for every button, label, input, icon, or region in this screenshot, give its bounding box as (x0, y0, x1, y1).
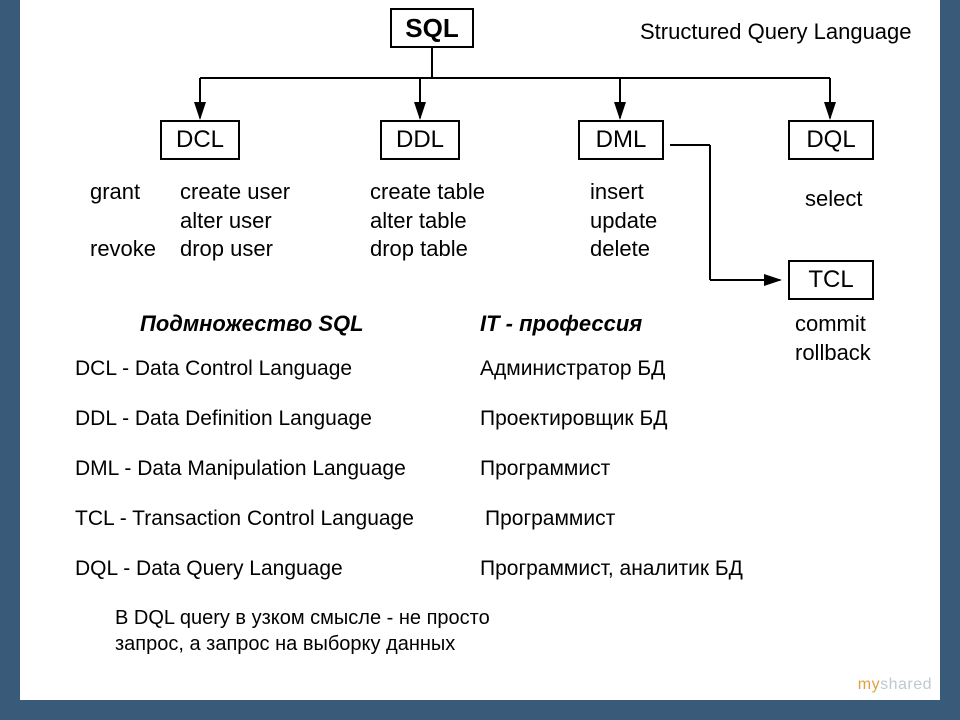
label-dql: DQL (806, 126, 855, 154)
text-sql-fullname: Structured Query Language (640, 18, 912, 47)
cmds-dcl-col2: create user alter user drop user (180, 178, 290, 264)
profession-row-3: Программист (485, 505, 615, 532)
label-tcl: TCL (808, 266, 853, 294)
cmds-dml: insert update delete (590, 178, 657, 264)
heading-profession: IT - профессия (480, 310, 642, 339)
subset-row-4: DQL - Data Query Language (75, 555, 343, 582)
box-dml: DML (578, 120, 664, 160)
subset-row-3: TCL - Transaction Control Language (75, 505, 414, 532)
box-dql: DQL (788, 120, 874, 160)
footnote: В DQL query в узком смысле - не просто з… (115, 605, 490, 657)
box-tcl: TCL (788, 260, 874, 300)
subset-row-2: DML - Data Manipulation Language (75, 455, 406, 482)
watermark: myshared (858, 676, 932, 694)
label-dcl: DCL (176, 126, 224, 154)
watermark-my: my (858, 676, 880, 693)
cmds-ddl: create table alter table drop table (370, 178, 485, 264)
profession-row-1: Проектировщик БД (480, 405, 667, 432)
cmds-dcl-col1: grant revoke (90, 178, 156, 264)
label-ddl: DDL (396, 126, 444, 154)
subset-row-1: DDL - Data Definition Language (75, 405, 372, 432)
profession-row-0: Администратор БД (480, 355, 665, 382)
profession-row-4: Программист, аналитик БД (480, 555, 743, 582)
box-ddl: DDL (380, 120, 460, 160)
subset-row-0: DCL - Data Control Language (75, 355, 352, 382)
box-sql: SQL (390, 8, 474, 48)
cmds-dql: select (805, 185, 862, 214)
profession-row-2: Программист (480, 455, 610, 482)
label-sql: SQL (405, 13, 458, 44)
cmds-tcl: commit rollback (795, 310, 871, 367)
heading-subset: Подмножество SQL (140, 310, 364, 339)
label-dml: DML (596, 126, 647, 154)
slide-card: SQL Structured Query Language DCL DDL DM… (20, 0, 940, 700)
box-dcl: DCL (160, 120, 240, 160)
watermark-shared: shared (880, 676, 932, 693)
